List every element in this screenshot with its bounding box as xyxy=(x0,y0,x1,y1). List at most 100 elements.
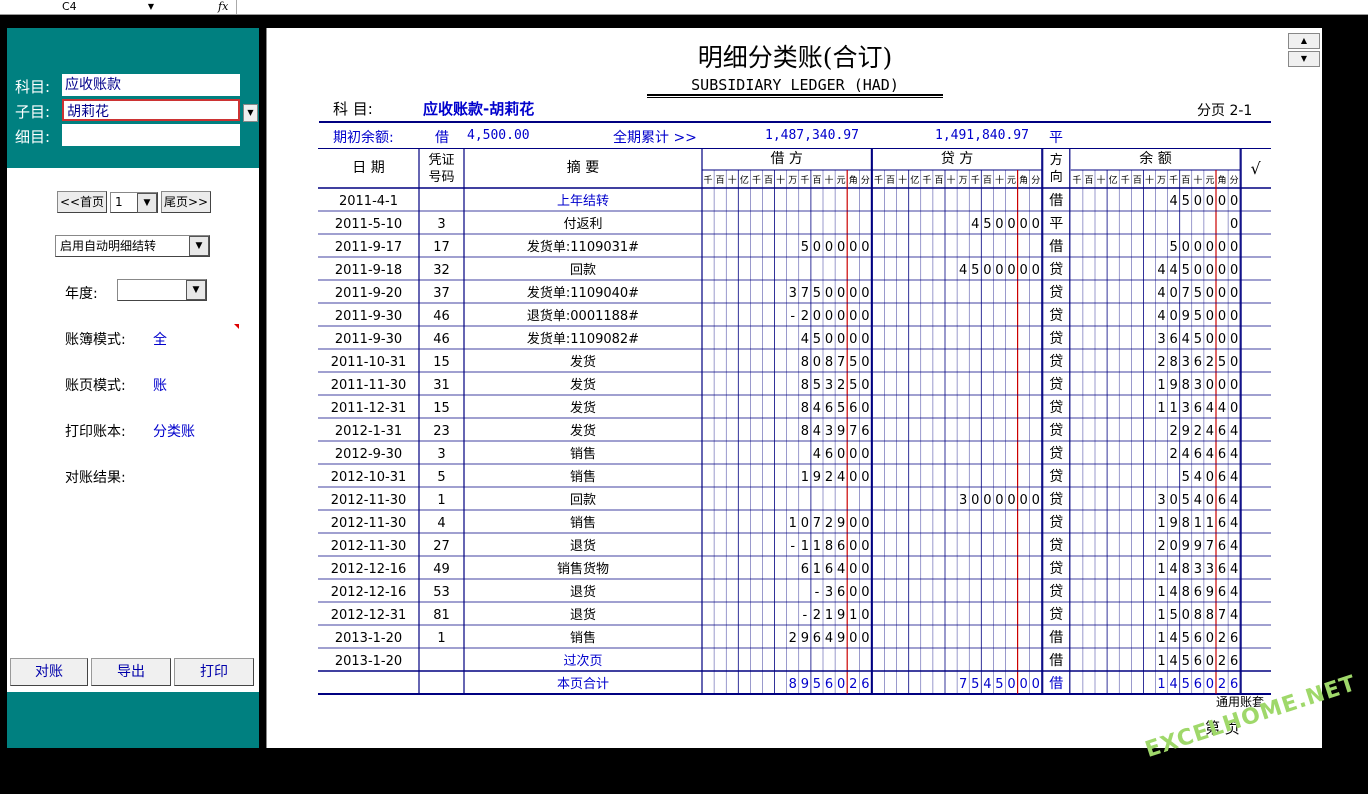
debit-digit: 7 xyxy=(837,355,845,370)
debit-digit: 0 xyxy=(837,286,845,301)
balance-digit: 2 xyxy=(1170,447,1178,462)
balance-digit: 4 xyxy=(1182,447,1190,462)
balance-unit-label: 百 xyxy=(1133,175,1142,186)
balance-digit: 5 xyxy=(1182,631,1190,646)
direction-cell: 借 xyxy=(1049,630,1063,646)
debit-digit: 5 xyxy=(813,677,821,692)
subsubject-field[interactable]: 胡莉花 xyxy=(62,99,240,121)
year-label: 年度: xyxy=(65,286,98,302)
reconcile-button[interactable]: 对账 xyxy=(10,658,88,686)
chevron-down-icon[interactable]: ▼ xyxy=(137,193,157,213)
first-page-button[interactable]: <<首页 xyxy=(57,191,107,213)
debit-digit: 6 xyxy=(837,539,845,554)
debit-digit: 1 xyxy=(849,608,857,623)
cumulative-debit: 1,487,340.97 xyxy=(765,128,859,143)
chevron-down-icon[interactable]: ▼ xyxy=(148,0,154,13)
balance-digit: 1 xyxy=(1157,608,1165,623)
last-page-button[interactable]: 尾页>> xyxy=(161,191,211,213)
direction-cell: 贷 xyxy=(1049,446,1063,462)
balance-digit: 0 xyxy=(1230,240,1238,255)
credit-unit-label: 亿 xyxy=(910,174,919,186)
debit-digit: 0 xyxy=(825,309,833,324)
balance-digit: 0 xyxy=(1194,240,1202,255)
chevron-down-icon[interactable]: ▼ xyxy=(186,280,206,300)
debit-digit: 5 xyxy=(813,286,821,301)
direction-cell: 借 xyxy=(1049,676,1063,692)
debit-digit: 0 xyxy=(849,240,857,255)
chevron-down-icon[interactable]: ▼ xyxy=(243,104,258,122)
summary-cell: 销售货物 xyxy=(557,561,609,577)
balance-unit-label: 十 xyxy=(1097,174,1106,186)
summary-cell: 退货 xyxy=(570,584,596,600)
scroll-up-button[interactable]: ▲ xyxy=(1288,33,1320,49)
fx-icon[interactable]: fx xyxy=(218,0,228,13)
debit-digit: 0 xyxy=(861,309,869,324)
book-mode-value[interactable]: 全 xyxy=(153,329,167,349)
credit-unit-label: 千 xyxy=(874,175,883,186)
date-cell: 2011-9-30 xyxy=(335,309,402,324)
print-button[interactable]: 打印 xyxy=(174,658,254,686)
balance-digit: 6 xyxy=(1194,447,1202,462)
direction-cell: 贷 xyxy=(1049,584,1063,600)
debit-digit: 0 xyxy=(825,240,833,255)
export-button[interactable]: 导出 xyxy=(91,658,171,686)
balance-digit: 4 xyxy=(1194,493,1202,508)
debit-digit: 0 xyxy=(849,516,857,531)
balance-digit: 5 xyxy=(1170,240,1178,255)
balance-digit: 0 xyxy=(1206,631,1214,646)
debit-digit: 1 xyxy=(825,608,833,623)
page-mode-value[interactable]: 账 xyxy=(153,375,167,395)
balance-digit: 8 xyxy=(1182,562,1190,577)
cumulative-direction: 平 xyxy=(1049,130,1063,146)
debit-digit: 9 xyxy=(813,470,821,485)
debit-digit: 6 xyxy=(825,677,833,692)
balance-digit: 4 xyxy=(1230,447,1238,462)
debit-digit: 2 xyxy=(801,309,809,324)
date-header: 日 期 xyxy=(352,160,384,176)
balance-digit: 0 xyxy=(1218,263,1226,278)
balance-digit: 3 xyxy=(1182,401,1190,416)
debit-digit: 8 xyxy=(801,401,809,416)
balance-digit: 0 xyxy=(1218,309,1226,324)
date-cell: 2012-9-30 xyxy=(335,447,402,462)
voucher-header-line2: 号码 xyxy=(428,170,454,185)
debit-digit: 1 xyxy=(789,516,797,531)
voucher-cell: 53 xyxy=(433,585,450,600)
summary-cell: 本页合计 xyxy=(557,677,609,692)
balance-digit: 7 xyxy=(1206,539,1214,554)
opening-label: 期初余额: xyxy=(333,130,394,146)
chevron-down-icon[interactable]: ▼ xyxy=(189,236,209,256)
debit-digit: 4 xyxy=(837,562,845,577)
auto-carry-select[interactable]: 启用自动明细结转 xyxy=(55,235,210,257)
detail-field[interactable] xyxy=(62,124,240,146)
debit-unit-label: 万 xyxy=(788,176,797,186)
summary-cell: 发货单:1109031# xyxy=(527,239,639,255)
balance-digit: 1 xyxy=(1157,562,1165,577)
reconcile-result-label: 对账结果: xyxy=(65,470,126,486)
print-book-value[interactable]: 分类账 xyxy=(153,421,195,441)
print-book-label: 打印账本: xyxy=(65,424,126,440)
credit-unit-label: 百 xyxy=(886,175,895,186)
balance-digit: 2 xyxy=(1157,539,1165,554)
debit-digit: 4 xyxy=(813,401,821,416)
debit-digit: 9 xyxy=(837,608,845,623)
subject-field[interactable]: 应收账款 xyxy=(62,74,240,96)
debit-digit: 2 xyxy=(849,677,857,692)
voucher-cell: 15 xyxy=(433,401,450,416)
cumulative-link[interactable]: 全期累计 >> xyxy=(613,127,697,147)
debit-digit: 9 xyxy=(801,677,809,692)
balance-digit: 9 xyxy=(1194,539,1202,554)
debit-digit: - xyxy=(815,585,820,600)
balance-digit: 9 xyxy=(1182,309,1190,324)
date-cell: 2012-11-30 xyxy=(331,539,407,554)
balance-digit: 7 xyxy=(1218,608,1226,623)
balance-digit: 5 xyxy=(1182,470,1190,485)
credit-digit: 4 xyxy=(983,677,991,692)
credit-digit: 0 xyxy=(1007,217,1015,232)
voucher-cell: 15 xyxy=(433,355,450,370)
date-cell: 2012-1-31 xyxy=(335,424,402,439)
debit-digit: 8 xyxy=(801,355,809,370)
scroll-down-button[interactable]: ▼ xyxy=(1288,51,1320,67)
debit-digit: 8 xyxy=(825,355,833,370)
name-box[interactable]: C4 ▼ xyxy=(8,0,158,13)
